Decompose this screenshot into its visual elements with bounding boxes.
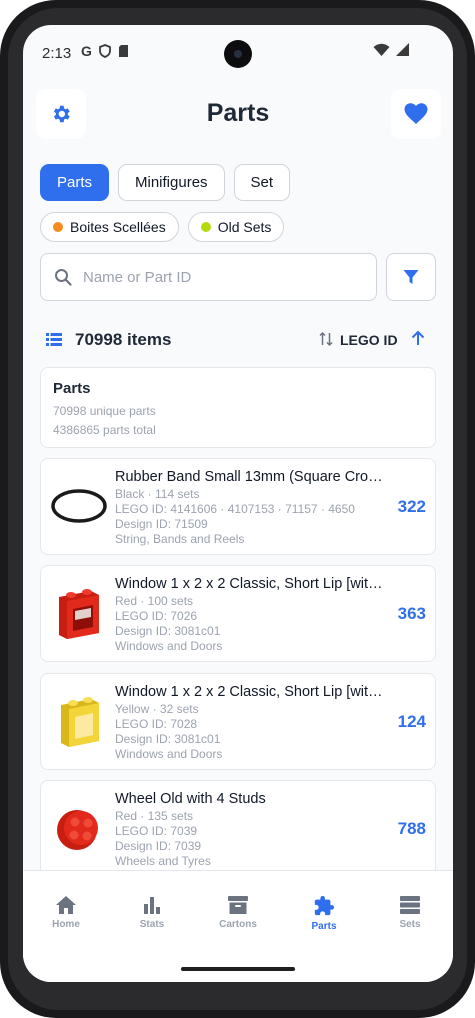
chip-label: Old Sets	[217, 219, 272, 235]
puzzle-icon	[314, 895, 335, 916]
chip-boites-scellees[interactable]: Boites Scellées	[40, 212, 179, 242]
status-notification-icons: G	[81, 43, 129, 59]
part-category: Wheels and Tyres	[115, 854, 211, 868]
red-window-icon	[59, 589, 99, 639]
search-input[interactable]	[83, 254, 363, 300]
part-design-id: Design ID: 7039	[115, 839, 202, 853]
yellow-window-icon	[61, 697, 99, 747]
part-color-sets: Black · 114 sets	[115, 487, 200, 501]
part-color-sets: Red · 100 sets	[115, 594, 194, 608]
part-name: Rubber Band Small 13mm (Square Cross Sec…	[115, 469, 387, 485]
sort-direction-arrow-up-icon[interactable]	[411, 330, 425, 346]
part-lego-id: LEGO ID: 7026	[115, 609, 198, 623]
part-category: Windows and Doors	[115, 639, 223, 653]
nav-label: Home	[52, 919, 80, 930]
home-icon	[56, 896, 76, 914]
nav-label: Sets	[399, 919, 421, 930]
favorites-button[interactable]	[391, 89, 441, 139]
summary-unique-parts: 70998 unique parts	[53, 404, 156, 418]
part-quantity: 322	[397, 497, 426, 516]
chip-color-dot	[200, 222, 211, 232]
part-name: Wheel Old with 4 Studs	[115, 791, 266, 807]
chip-label: Boites Scellées	[70, 219, 166, 235]
rubber-band-icon	[51, 489, 107, 523]
sort-toggle-icon[interactable]	[319, 331, 333, 347]
part-design-id: Design ID: 3081c01	[115, 732, 221, 746]
signal-icon	[396, 43, 409, 56]
part-category: String, Bands and Reels	[115, 532, 245, 546]
app-screen: 2:13 G Parts Parts Minifigures Set Boite…	[23, 25, 453, 982]
page-title: Parts	[206, 99, 270, 127]
chip-old-sets[interactable]: Old Sets	[187, 212, 285, 242]
part-lego-id: LEGO ID: 7028	[115, 717, 198, 731]
part-color-sets: Yellow · 32 sets	[115, 702, 199, 716]
part-name: Window 1 x 2 x 2 Classic, Short Lip [wit…	[115, 684, 387, 700]
part-lego-id: LEGO ID: 7039	[115, 824, 198, 838]
part-list-item[interactable]: Window 1 x 2 x 2 Classic, Short Lip [wit…	[40, 565, 436, 662]
red-wheel-icon	[57, 810, 98, 850]
bar-chart-icon	[144, 897, 160, 914]
stack-icon	[400, 896, 420, 914]
part-category: Windows and Doors	[115, 747, 223, 761]
front-camera	[224, 40, 252, 68]
tab-parts[interactable]: Parts	[40, 164, 110, 201]
category-tabs: Parts Minifigures Set	[40, 164, 291, 201]
part-quantity: 124	[397, 712, 426, 731]
part-name: Window 1 x 2 x 2 Classic, Short Lip [wit…	[115, 576, 387, 592]
nav-cartons[interactable]: Cartons	[195, 895, 281, 930]
nav-sets[interactable]: Sets	[367, 895, 453, 930]
tab-set[interactable]: Set	[233, 164, 291, 201]
status-time: 2:13	[42, 45, 72, 62]
filter-icon	[403, 270, 419, 284]
wifi-icon	[373, 43, 390, 56]
archive-box-icon	[228, 896, 248, 914]
parts-summary-card: Parts 70998 unique parts 4386865 parts t…	[40, 367, 436, 448]
part-quantity: 363	[397, 604, 426, 623]
sort-field-label[interactable]: LEGO ID	[340, 332, 398, 348]
search-box	[40, 253, 377, 301]
status-bar: 2:13 G	[23, 25, 453, 81]
part-design-id: Design ID: 3081c01	[115, 624, 221, 638]
bottom-navigation: Home Stats Cartons Parts Sets	[23, 870, 453, 982]
sim-icon	[118, 45, 128, 57]
nav-label: Parts	[311, 921, 337, 932]
part-design-id: Design ID: 71509	[115, 517, 208, 531]
part-list-item[interactable]: Window 1 x 2 x 2 Classic, Short Lip [wit…	[40, 673, 436, 770]
nav-label: Cartons	[219, 919, 257, 930]
nav-label: Stats	[139, 919, 165, 930]
part-list-item[interactable]: Wheel Old with 4 Studs Red · 135 sets LE…	[40, 780, 436, 877]
search-icon	[55, 269, 72, 286]
part-lego-id: LEGO ID: 4141606 · 4107153 · 71157 · 465…	[115, 502, 355, 516]
gesture-home-bar[interactable]	[181, 967, 295, 971]
nav-home[interactable]: Home	[23, 895, 109, 930]
nav-parts[interactable]: Parts	[281, 895, 367, 932]
collection-chips: Boites Scellées Old Sets	[40, 212, 285, 242]
items-count: 70998 items	[75, 330, 172, 349]
list-icon	[46, 333, 62, 346]
part-color-sets: Red · 135 sets	[115, 809, 194, 823]
heart-icon	[404, 103, 428, 124]
nav-stats[interactable]: Stats	[109, 895, 195, 930]
summary-total-parts: 4386865 parts total	[53, 423, 156, 437]
google-icon: G	[81, 43, 92, 59]
filter-button[interactable]	[386, 253, 436, 301]
chip-color-dot	[53, 222, 63, 232]
summary-title: Parts	[53, 380, 91, 397]
status-system-icons	[373, 43, 409, 56]
part-list-item[interactable]: Rubber Band Small 13mm (Square Cross Sec…	[40, 458, 436, 555]
list-header: 70998 items LEGO ID	[40, 327, 436, 353]
tab-minifigures[interactable]: Minifigures	[118, 164, 225, 201]
shield-icon	[98, 44, 111, 58]
part-quantity: 788	[397, 819, 426, 838]
